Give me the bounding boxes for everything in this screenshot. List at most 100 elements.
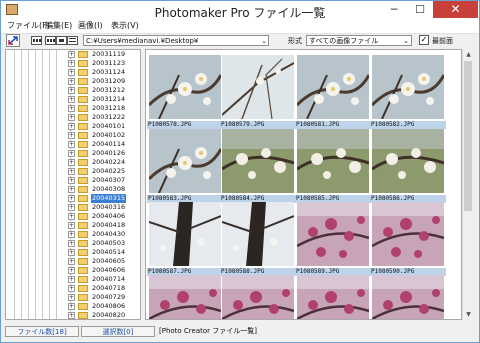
expand-plus-icon[interactable]: + [68,159,75,166]
tree-item[interactable]: +20031123 [68,59,140,68]
thumbnail-item[interactable]: P1080581.JPG [295,55,371,129]
tree-item[interactable]: +20040418 [68,221,140,230]
tree-item[interactable]: +20040430 [68,230,140,239]
expand-plus-icon[interactable]: + [68,114,75,121]
thumbnail-image[interactable] [149,55,221,119]
expand-plus-icon[interactable]: + [68,204,75,211]
tree-item[interactable]: +20040503 [68,239,140,248]
expand-plus-icon[interactable]: + [68,294,75,301]
scroll-down-icon[interactable]: ▼ [464,310,473,319]
minimize-button[interactable]: ─ [381,1,407,18]
expand-plus-icon[interactable]: + [68,312,75,319]
tree-item[interactable]: +20031212 [68,86,140,95]
expand-plus-icon[interactable]: + [68,87,75,94]
tree-item[interactable]: +20040316 [68,203,140,212]
expand-icon[interactable] [6,34,20,47]
tree-item[interactable]: +20040101 [68,122,140,131]
thumbnail-image[interactable] [372,55,444,119]
expand-plus-icon[interactable]: + [68,168,75,175]
tree-item[interactable]: +20040308 [68,185,140,194]
thumbnail-image[interactable] [372,202,444,266]
thumbnail-item[interactable]: P1080578.JPG [147,55,223,129]
path-input[interactable]: C:¥Users¥medianavi.¥Desktop¥ ⌄ [83,35,269,46]
tree-item[interactable]: +20040714 [68,275,140,284]
thumbnail-image[interactable] [372,129,444,193]
thumbnail-large-icon[interactable] [31,36,42,45]
tree-item[interactable]: +20040315 [68,194,140,203]
tree-item[interactable]: +20040605 [68,257,140,266]
tree-item[interactable]: +20040514 [68,248,140,257]
tree-item[interactable]: +20031119 [68,50,140,59]
expand-plus-icon[interactable]: + [68,258,75,265]
thumbnail-item[interactable]: P1080582.JPG [370,55,446,129]
thumbnail-item[interactable]: P1080589.JPG [295,202,371,276]
topmost-checkbox[interactable]: ✓ [419,35,429,45]
expand-plus-icon[interactable]: + [68,60,75,67]
thumbnail-image[interactable] [222,55,294,119]
expand-plus-icon[interactable]: + [68,69,75,76]
vertical-scrollbar[interactable]: ▲ ▼ [462,49,473,320]
menu-edit[interactable]: 編集(E) [45,20,72,31]
expand-plus-icon[interactable]: + [68,222,75,229]
expand-plus-icon[interactable]: + [68,150,75,157]
thumbnail-image[interactable] [372,275,444,319]
thumbnail-item[interactable] [149,275,221,319]
expand-plus-icon[interactable]: + [68,96,75,103]
thumbnail-image[interactable] [297,55,369,119]
thumbnail-item[interactable] [222,275,294,319]
expand-plus-icon[interactable]: + [68,267,75,274]
expand-plus-icon[interactable]: + [68,231,75,238]
tree-item[interactable]: +20031209 [68,77,140,86]
expand-plus-icon[interactable]: + [68,285,75,292]
thumbnail-item[interactable]: P1080588.JPG [220,202,296,276]
thumbnail-item[interactable]: P1080586.JPG [370,129,446,203]
thumbnail-small-icon[interactable] [56,36,67,45]
thumbnail-image[interactable] [222,275,294,319]
tree-item[interactable]: +20040820 [68,311,140,319]
expand-plus-icon[interactable]: + [68,240,75,247]
thumbnail-item[interactable]: P1080590.JPG [370,202,446,276]
tree-item[interactable]: +20040729 [68,293,140,302]
menu-view[interactable]: 表示(V) [111,20,139,31]
expand-plus-icon[interactable]: + [68,213,75,220]
expand-plus-icon[interactable]: + [68,141,75,148]
tree-item[interactable]: +20040114 [68,140,140,149]
tree-item[interactable]: +20040224 [68,158,140,167]
list-view-icon[interactable] [67,36,78,45]
expand-plus-icon[interactable]: + [68,51,75,58]
tree-item[interactable]: +20031124 [68,68,140,77]
tree-item[interactable]: +20040225 [68,167,140,176]
thumbnail-item[interactable] [297,275,369,319]
format-select[interactable]: すべての画像ファイル ⌄ [306,35,412,46]
expand-plus-icon[interactable]: + [68,177,75,184]
thumbnail-grid[interactable]: P1080578.JPG P1080579.JPG P1080581.JPG P108… [145,49,462,320]
expand-plus-icon[interactable]: + [68,276,75,283]
tree-item[interactable]: +20040102 [68,131,140,140]
expand-plus-icon[interactable]: + [68,249,75,256]
expand-plus-icon[interactable]: + [68,186,75,193]
tree-item[interactable]: +20031214 [68,95,140,104]
thumbnail-item[interactable]: P1080585.JPG [295,129,371,203]
thumbnail-image[interactable] [297,129,369,193]
expand-plus-icon[interactable]: + [68,123,75,130]
expand-plus-icon[interactable]: + [68,132,75,139]
menu-image[interactable]: 画像(I) [78,20,103,31]
chevron-down-icon[interactable]: ⌄ [403,36,409,47]
folder-tree[interactable]: +20031119 +20031123 +20031124 +20031209 +200… [5,49,141,320]
thumbnail-image[interactable] [297,202,369,266]
thumbnail-image[interactable] [222,202,294,266]
tree-item[interactable]: +20040307 [68,176,140,185]
tree-item[interactable]: +20040718 [68,284,140,293]
thumbnail-image[interactable] [149,275,221,319]
scroll-up-icon[interactable]: ▲ [464,50,473,59]
thumbnail-image[interactable] [297,275,369,319]
close-button[interactable]: ✕ [433,1,478,18]
thumbnail-image[interactable] [149,202,221,266]
maximize-button[interactable]: ☐ [407,1,433,18]
thumbnail-medium-icon[interactable] [45,36,56,45]
thumbnail-item[interactable] [372,275,444,319]
thumbnail-item[interactable]: P1080584.JPG [220,129,296,203]
scrollbar-thumb[interactable] [464,61,472,211]
expand-plus-icon[interactable]: + [68,303,75,310]
tree-item[interactable]: +20040406 [68,212,140,221]
